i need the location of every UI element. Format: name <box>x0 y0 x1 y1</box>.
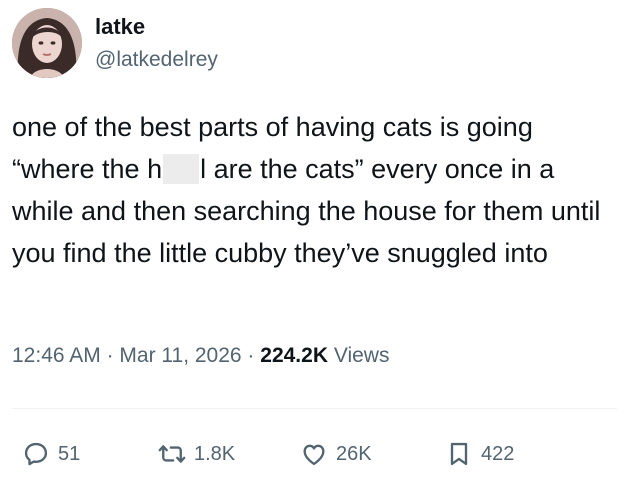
bookmark-icon <box>450 442 468 466</box>
heart-icon <box>303 444 325 466</box>
speech-bubble-icon <box>24 442 48 466</box>
views-count[interactable]: 224.2K <box>260 344 328 367</box>
author-name[interactable]: latke <box>95 14 145 40</box>
divider <box>12 408 617 409</box>
meta-separator: · <box>100 344 120 367</box>
avatar-photo <box>12 8 82 78</box>
reply-count: 51 <box>58 442 81 465</box>
redaction-box <box>163 154 200 184</box>
views-label: Views <box>327 344 390 367</box>
action-bar: 51 1.8K 26K 422 <box>0 434 629 474</box>
tweet-date[interactable]: Mar 11, 2026 <box>119 344 241 367</box>
like-count: 26K <box>336 442 372 465</box>
repost-count: 1.8K <box>194 442 236 465</box>
repost-button[interactable]: 1.8K <box>158 434 235 474</box>
like-button[interactable]: 26K <box>300 434 372 474</box>
author-handle[interactable]: @latkedelrey <box>95 48 218 72</box>
bookmark-button[interactable]: 422 <box>445 434 514 474</box>
repost-arrows-icon <box>158 445 186 463</box>
meta-separator: · <box>241 344 261 367</box>
tweet-text: one of the best parts of having cats is … <box>12 106 622 274</box>
avatar[interactable] <box>12 8 82 78</box>
bookmark-count: 422 <box>481 442 515 465</box>
tweet-meta: 12:46 AM · Mar 11, 2026 · 224.2K Views <box>12 344 389 368</box>
reply-button[interactable]: 51 <box>22 434 80 474</box>
tweet-time[interactable]: 12:46 AM <box>12 344 101 367</box>
